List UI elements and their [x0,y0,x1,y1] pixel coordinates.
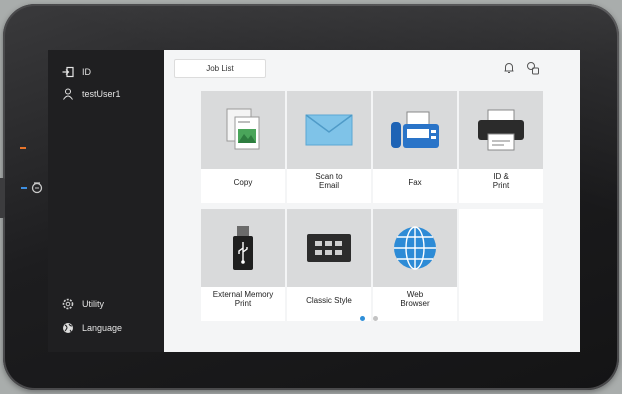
globe-small-icon [63,323,73,333]
status-led-orange [20,147,26,149]
fax-icon [391,111,439,148]
page-indicator[interactable] [360,316,378,321]
tile-image [459,91,543,169]
tile-image [287,209,371,287]
tile-label: Classic Style [306,296,352,305]
classic-style-tile[interactable]: Classic Style [287,209,371,321]
external-memory-print-tile[interactable]: External Memory Print [201,209,285,321]
tile-label: Web Browser [400,290,430,308]
id-login-item[interactable]: ID [62,66,91,78]
power-icon[interactable] [30,180,44,194]
keypad-icon [307,234,351,262]
id-print-tile[interactable]: ID & Print [459,91,543,203]
side-tab [0,178,5,218]
copy-icon [226,108,260,150]
status-led-blue [21,187,27,189]
tile-label: Scan to Email [315,172,343,190]
tile-label: External Memory Print [212,290,274,308]
home-panel: Job List Copy Scan to Email Fax ID & Pri… [164,50,580,352]
id-label: ID [82,67,91,77]
tile-image [287,91,371,169]
empty-tile [459,209,543,321]
tile-image [201,91,285,169]
envelope-icon [305,114,353,146]
printer-icon [478,109,524,151]
user-icon [63,88,73,100]
fax-tile[interactable]: Fax [373,91,457,203]
page-dot-1[interactable] [360,316,365,321]
job-list-button[interactable]: Job List [174,59,266,78]
language-item[interactable]: Language [62,322,122,334]
utility-item[interactable]: Utility [62,298,104,310]
scan-to-email-tile[interactable]: Scan to Email [287,91,371,203]
tile-label: Fax [408,178,422,187]
tile-image [373,91,457,169]
id-card-icon [62,66,74,78]
globe-icon [394,226,436,270]
help-icon[interactable] [526,61,540,75]
utility-label: Utility [82,299,104,309]
user-item[interactable]: testUser1 [62,88,121,100]
copy-tile[interactable]: Copy [201,91,285,203]
tile-label: ID & Print [492,172,510,190]
user-label: testUser1 [82,89,121,99]
gear-icon [62,298,74,310]
touch-screen: ID testUser1 Utility Language Job List C… [48,50,580,352]
bell-icon[interactable] [502,61,516,75]
page-dot-2[interactable] [373,316,378,321]
tile-label: Copy [233,178,253,187]
sidebar: ID testUser1 Utility Language [48,50,163,352]
web-browser-tile[interactable]: Web Browser [373,209,457,321]
tile-image [201,209,285,287]
usb-drive-icon [233,226,253,270]
language-label: Language [82,323,123,333]
tile-image [373,209,457,287]
